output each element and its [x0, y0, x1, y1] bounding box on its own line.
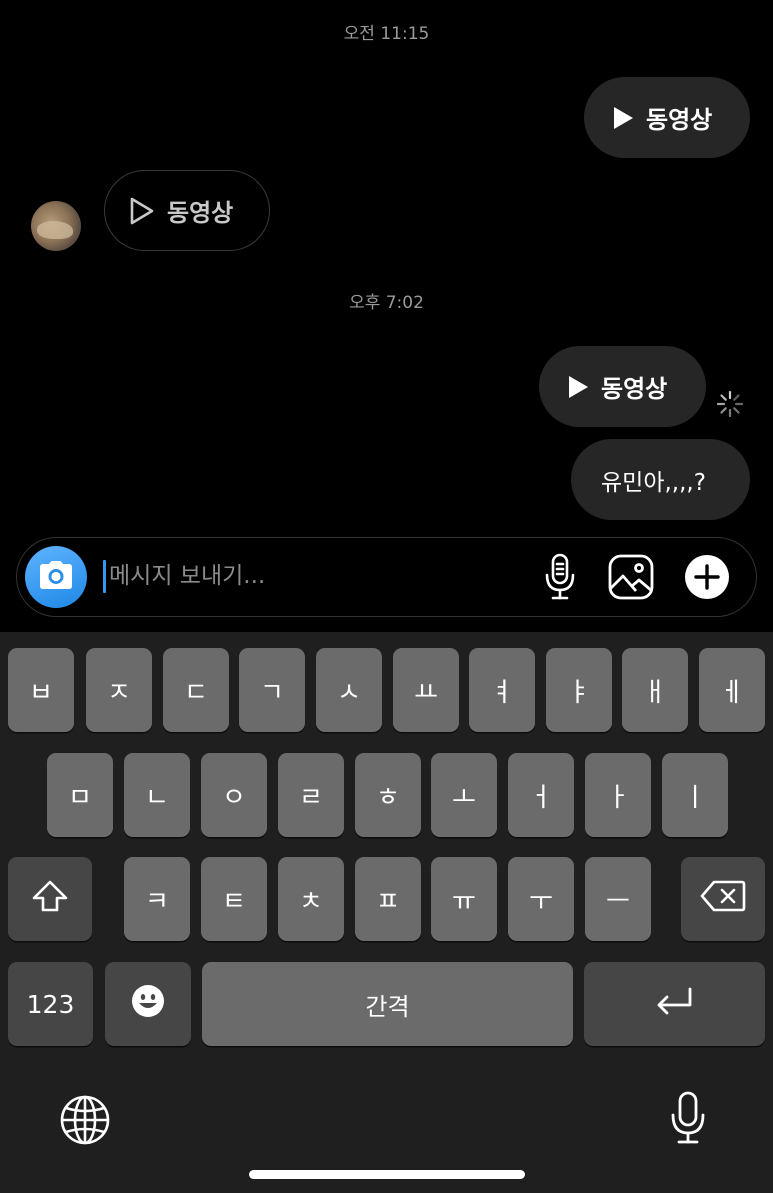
key[interactable]: ㅣ	[662, 753, 728, 837]
key[interactable]: ㅈ	[86, 648, 152, 732]
backspace-key[interactable]	[681, 857, 765, 941]
avatar[interactable]	[31, 201, 81, 251]
timestamp: 오후 7:02	[349, 293, 424, 313]
key[interactable]: ㅛ	[393, 648, 459, 732]
emoji-key[interactable]	[105, 962, 191, 1046]
play-icon	[567, 375, 589, 399]
key[interactable]: ㅐ	[622, 648, 688, 732]
key[interactable]: ㅋ	[124, 857, 190, 941]
video-label: 동영상	[167, 199, 234, 227]
video-message-bubble[interactable]: 동영상	[539, 346, 706, 427]
key[interactable]: ㄴ	[124, 753, 190, 837]
key[interactable]: ㅠ	[431, 857, 497, 941]
key[interactable]: ㅑ	[546, 648, 612, 732]
keyboard: ㅂ ㅈ ㄷ ㄱ ㅅ ㅛ ㅕ ㅑ ㅐ ㅔ ㅁ ㄴ ㅇ ㄹ ㅎ ㅗ ㅓ ㅏ ㅣ ㅋ …	[0, 632, 773, 1193]
key[interactable]: ㅕ	[469, 648, 535, 732]
key[interactable]: ㄹ	[278, 753, 344, 837]
key[interactable]: ㅅ	[316, 648, 382, 732]
key[interactable]: ㅍ	[355, 857, 421, 941]
play-icon	[612, 106, 634, 130]
message-text: 유민아,,,,?	[601, 469, 706, 496]
key[interactable]: ㅡ	[585, 857, 651, 941]
camera-button[interactable]	[25, 546, 87, 608]
globe-icon[interactable]	[57, 1092, 113, 1148]
play-icon	[129, 197, 155, 225]
home-indicator[interactable]	[249, 1170, 525, 1179]
key[interactable]: ㅂ	[8, 648, 74, 732]
key[interactable]: ㅏ	[585, 753, 651, 837]
emoji-icon	[131, 984, 165, 1025]
key[interactable]: ㅔ	[699, 648, 765, 732]
video-message-bubble[interactable]: 동영상	[584, 77, 750, 158]
plus-icon[interactable]	[682, 552, 732, 602]
numbers-key[interactable]: 123	[8, 962, 93, 1046]
video-label: 동영상	[601, 375, 668, 403]
text-caret	[103, 560, 106, 593]
backspace-icon	[700, 880, 746, 919]
key[interactable]: ㅊ	[278, 857, 344, 941]
message-input[interactable]	[109, 558, 529, 594]
key[interactable]: ㅌ	[201, 857, 267, 941]
key[interactable]: ㅎ	[355, 753, 421, 837]
sending-spinner-icon	[716, 390, 744, 418]
space-key[interactable]: 간격	[202, 962, 573, 1046]
key[interactable]: ㅇ	[201, 753, 267, 837]
key[interactable]: ㄷ	[163, 648, 229, 732]
key[interactable]: ㅗ	[431, 753, 497, 837]
key[interactable]: ㅁ	[47, 753, 113, 837]
message-composer	[16, 537, 757, 617]
camera-icon	[38, 560, 74, 594]
key[interactable]: ㅜ	[508, 857, 574, 941]
microphone-icon[interactable]	[535, 552, 585, 602]
key[interactable]: ㅓ	[508, 753, 574, 837]
return-key[interactable]	[584, 962, 765, 1046]
shift-key[interactable]	[8, 857, 92, 941]
shift-icon	[31, 879, 69, 920]
return-icon	[656, 986, 694, 1023]
gallery-icon[interactable]	[606, 552, 656, 602]
key[interactable]: ㄱ	[239, 648, 305, 732]
video-label: 동영상	[646, 106, 713, 134]
text-message-bubble[interactable]: 유민아,,,,?	[571, 439, 750, 520]
video-message-bubble[interactable]: 동영상	[104, 170, 270, 251]
dictation-icon[interactable]	[660, 1090, 716, 1146]
timestamp: 오전 11:15	[343, 24, 430, 44]
